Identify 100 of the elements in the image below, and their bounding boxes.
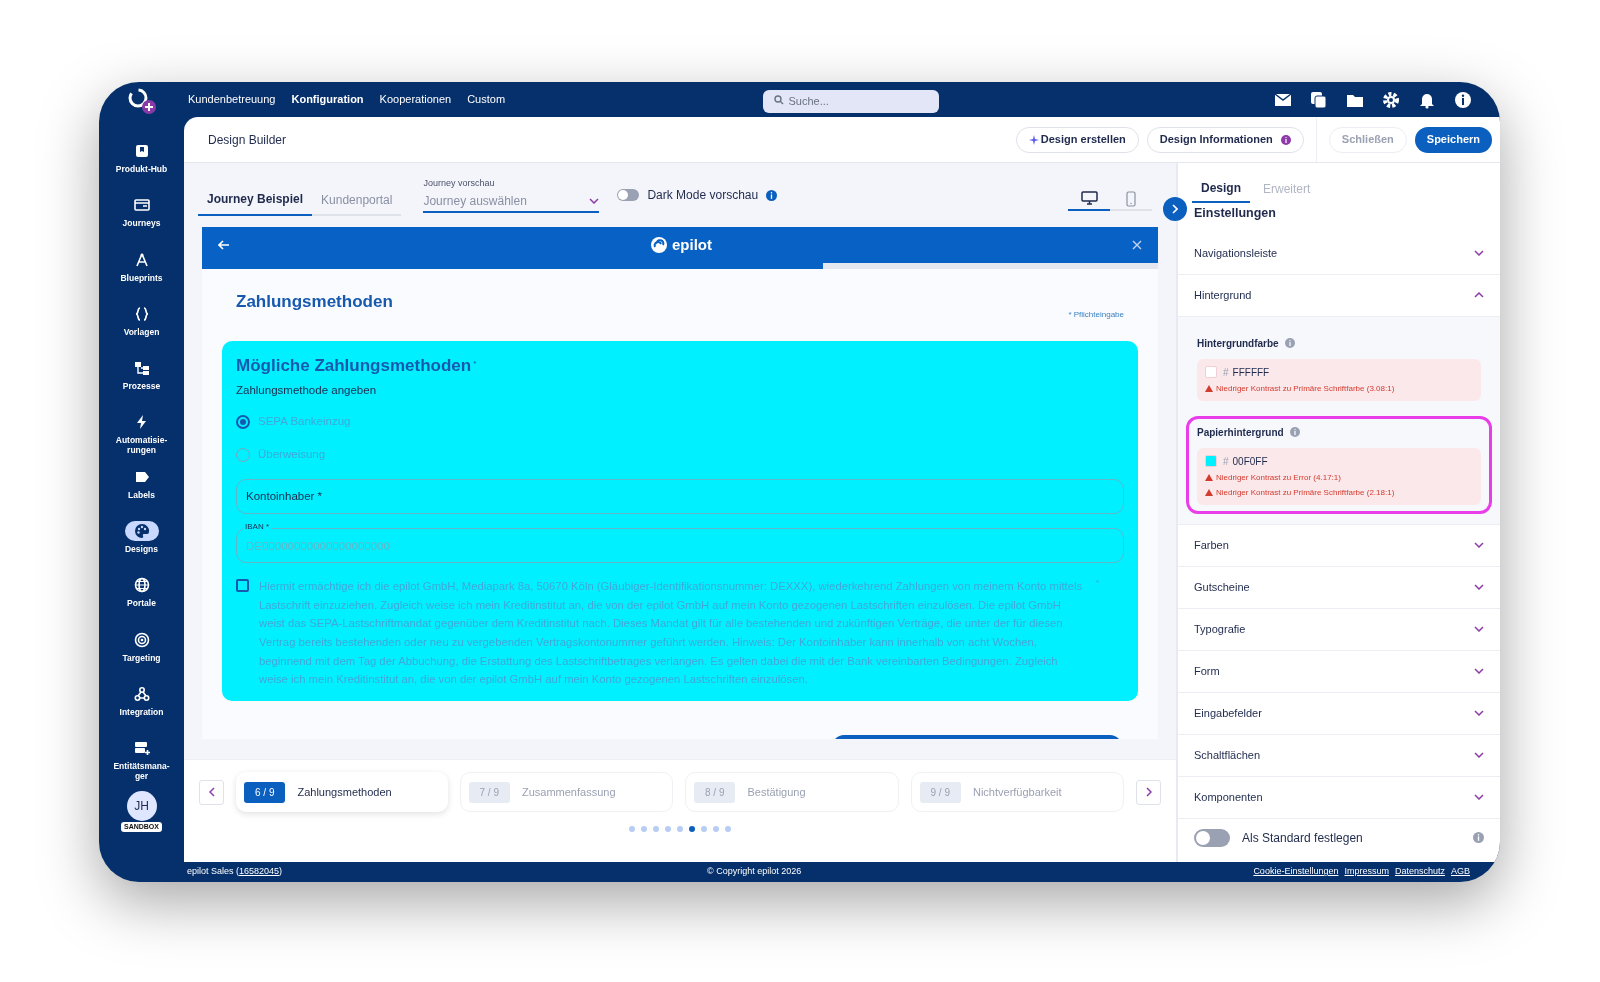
hash-sign: # <box>1223 365 1229 380</box>
design-info-button[interactable]: Design Informationen <box>1146 126 1304 153</box>
toggle-label: Dark Mode vorschau <box>647 187 759 204</box>
checkbox[interactable] <box>236 579 249 593</box>
chevron-down-icon <box>1474 794 1484 801</box>
palette-icon <box>133 523 150 540</box>
previous-button[interactable] <box>199 779 224 805</box>
sidebar-item[interactable]: Designs <box>99 517 184 572</box>
color-value: 00F0FF <box>1232 454 1268 469</box>
info-icon[interactable] <box>1454 90 1472 109</box>
color-field[interactable]: # 00F0FF Niedriger Kontrast zu Error (4.17:1) Niedriger Kontrast zu Primäre Schriftfarbe (2.18:1) <box>1197 447 1481 505</box>
color-swatch[interactable] <box>1205 366 1217 379</box>
chevron-down-icon <box>1474 668 1484 675</box>
collapse-panel-button[interactable] <box>1163 197 1187 221</box>
nav-link[interactable]: Konfiguration <box>291 91 364 108</box>
avatar[interactable]: JH <box>126 790 157 821</box>
input-field[interactable]: DE00000000000000000000 <box>236 528 1124 564</box>
input-field[interactable]: Kontoinhaber * <box>236 479 1124 515</box>
braces-icon <box>133 305 150 322</box>
sidebar-item[interactable]: Blueprints <box>99 245 184 300</box>
chevron-down-icon <box>589 197 600 204</box>
toggle-switch[interactable] <box>1194 828 1230 847</box>
sparkle-icon <box>1028 134 1039 145</box>
step-number: 7 / 9 <box>468 781 510 803</box>
sidebar-item[interactable]: Automatisie- rungen <box>99 408 184 463</box>
chevron-down-icon <box>1474 584 1484 591</box>
accordion-header[interactable]: Navigationsleiste <box>1178 232 1500 275</box>
target-icon <box>133 631 150 648</box>
consent-text: Hiermit ermächtige ich die epilot GmbH, Mediapark 8a, 50670 Köln (Gläubiger-Identifikationsnummer: DEXXX), wiederkehrend Zahlungen von meinem Konto mittels Lastschrift einzuziehen. Zugleich weise ich mein Kreditinstitut an, die von der epilot GmbH auf mein Konto gezogenen Lastschriften einzulösen. Die epilot GmbH weist das SEPA-Lastschriftmandat gegenüber dem Kreditinstitut nach. Dieses Mandat gilt für alle bestehenden und zukünftigen Verträge, die unter der für diesen Vertrag bereits bestehenden oder neu zu vergebenden Vertragskontonummer geführt werden. Hinweis: Der Kontoinhaber kann innerhalb von acht Wochen, beginnend mit dem Tag der Abbuchung, die Erstattung des Lastschriftbetrages verlangen. Es gelten dabei die mit der Bank vereinbarten Bedingungen. Zugleich weise ich mein Kreditinstitut an, die von der epilot GmbH auf mein Konto gezogenen Lastschriften einzulösen. <box>259 579 1084 688</box>
info-icon <box>1473 832 1484 844</box>
card-title: Mögliche Zahlungsmethoden <box>236 354 472 377</box>
phone-icon <box>1126 191 1136 207</box>
footer-link[interactable]: Datenschutz <box>1394 865 1445 879</box>
chevron-right-icon <box>1172 204 1178 214</box>
accordion-header[interactable]: Komponenten <box>1178 776 1500 819</box>
back-arrow-icon[interactable] <box>218 240 230 250</box>
sidebar-item[interactable]: Produkt-Hub <box>99 137 184 192</box>
accordion-header[interactable]: Gutscheine <box>1178 566 1500 609</box>
accordion-header[interactable]: Eingabefelder <box>1178 692 1500 735</box>
sidebar-item[interactable]: Integration <box>99 679 184 735</box>
color-swatch[interactable] <box>1205 455 1217 468</box>
step-title: Zahlungsmethoden <box>236 291 393 313</box>
logo-text: epilot <box>672 234 712 255</box>
step-number: 9 / 9 <box>919 781 961 803</box>
page-title: Design Builder <box>208 131 287 149</box>
toggle-switch[interactable] <box>617 189 640 201</box>
close-icon[interactable] <box>1132 240 1142 250</box>
step-item[interactable]: 6 / 9 Zahlungsmethoden <box>236 772 448 812</box>
warning-text: Niedriger Kontrast zu Primäre Schriftfarbe (3.08:1) <box>1216 382 1395 395</box>
accordion-header[interactable]: Form <box>1178 650 1500 693</box>
accordion-header[interactable]: Schaltflächen <box>1178 734 1500 777</box>
sidebar-item[interactable]: Labels <box>99 462 184 518</box>
chevron-left-icon <box>208 787 215 797</box>
chevron-down-icon <box>1474 542 1484 549</box>
footer-link[interactable]: AGB <box>1451 865 1470 879</box>
field-label: Journey vorschau <box>423 177 496 191</box>
sidebar-item[interactable]: Targeting <box>99 625 184 680</box>
accordion-header[interactable]: Typografie <box>1178 608 1500 651</box>
required-mark: * <box>1096 577 1101 590</box>
hash-sign: # <box>1223 454 1229 469</box>
sidebar-item[interactable]: Vorlagen <box>99 299 184 355</box>
box-icon <box>133 143 150 159</box>
nav-link[interactable]: Custom <box>467 91 506 108</box>
nav-link[interactable]: Kooperationen <box>379 91 452 108</box>
tab[interactable]: Design <box>1192 179 1250 203</box>
chevron-down-icon <box>1474 250 1484 257</box>
info-icon <box>1289 427 1300 438</box>
copy-icon[interactable] <box>1310 90 1328 109</box>
accordion-header[interactable]: Farben <box>1178 524 1500 567</box>
sidebar-item[interactable]: Portale <box>99 571 184 626</box>
search-field[interactable]: Suche... <box>762 89 939 113</box>
radio-button[interactable] <box>236 414 250 429</box>
color-field[interactable]: # FFFFFF Niedriger Kontrast zu Primäre Schriftfarbe (3.08:1) <box>1197 358 1481 401</box>
tab[interactable]: Journey Beispiel <box>198 190 313 216</box>
sidebar-item[interactable]: Journeys <box>99 191 184 246</box>
chevron-right-icon <box>1145 787 1152 797</box>
field-label: Hintergrundfarbe <box>1197 336 1279 351</box>
accordion-header[interactable]: Hintergrund <box>1178 274 1500 317</box>
account-text: epilot Sales (16582045) <box>187 865 284 879</box>
chevron-down-icon <box>1474 626 1484 633</box>
step-label: Zahlungsmethoden <box>297 784 392 800</box>
toggle-label: Als Standard festlegen <box>1242 829 1364 847</box>
search-icon <box>773 95 784 105</box>
step-number: 8 / 9 <box>694 781 736 803</box>
chevron-up-icon <box>1474 292 1484 299</box>
nav-link[interactable]: Kundenbetreuung <box>188 91 276 108</box>
copyright-text: © Copyright epilot 2026 <box>707 865 803 879</box>
sidebar-item[interactable]: Entitätsmana- ger <box>99 734 184 789</box>
footer-link[interactable]: Impressum <box>1344 865 1389 879</box>
webhook-icon <box>133 685 150 702</box>
warning-text: Niedriger Kontrast zu Primäre Schriftfarbe (2.18:1) <box>1216 486 1395 499</box>
field-label: Papierhintergrund <box>1197 425 1284 440</box>
required-mark: * <box>473 357 477 370</box>
warning-text: Niedriger Kontrast zu Error (4.17:1) <box>1216 471 1341 484</box>
globe-icon <box>133 577 150 594</box>
sidebar-item[interactable]: Prozesse <box>99 354 184 409</box>
save-button[interactable]: Speichern <box>1414 126 1492 153</box>
footer-link[interactable]: Cookie-Einstellungen <box>1253 865 1339 879</box>
create-design-button[interactable]: Design erstellen <box>1015 126 1139 153</box>
next-arrow-button[interactable] <box>1136 779 1161 805</box>
